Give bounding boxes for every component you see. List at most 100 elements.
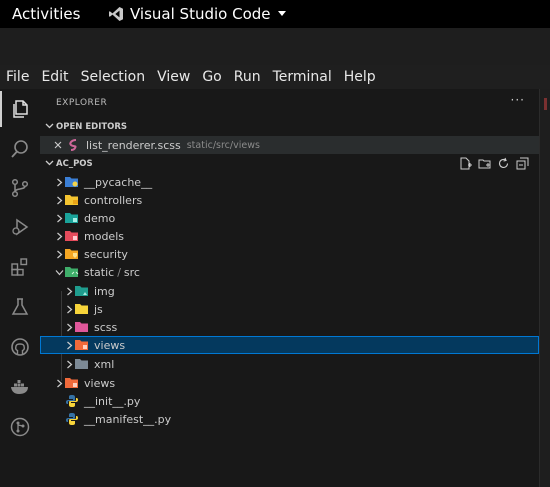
- source-control-icon[interactable]: [0, 170, 40, 206]
- new-folder-icon[interactable]: [478, 157, 491, 170]
- tree-item-label: controllers: [84, 193, 143, 207]
- menu-bar: File Edit Selection View Go Run Terminal…: [0, 65, 550, 89]
- menu-help[interactable]: Help: [338, 69, 382, 85]
- testing-icon[interactable]: [0, 289, 40, 325]
- workspace-label: AC_POS: [56, 159, 93, 169]
- chevron-down-icon: [42, 121, 56, 133]
- tree-item-img[interactable]: img: [40, 282, 539, 300]
- menu-selection[interactable]: Selection: [75, 69, 152, 85]
- folder-models-icon: [64, 228, 80, 244]
- vscode-logo-icon: [109, 7, 123, 21]
- folder-js-icon: [74, 301, 90, 317]
- chevron-right-icon: [54, 379, 64, 388]
- extensions-icon[interactable]: [0, 249, 40, 285]
- open-editor-path: static/src/views: [186, 139, 260, 151]
- tree-item-models[interactable]: models: [40, 227, 539, 245]
- chevron-right-icon: [54, 178, 64, 187]
- chevron-right-icon: [54, 196, 64, 205]
- close-icon[interactable]: [40, 141, 62, 149]
- chevron-down-icon: [277, 11, 286, 16]
- tree-item-label: scss: [94, 320, 118, 334]
- tree-item-xml[interactable]: xml: [40, 355, 539, 373]
- editor-area-edge: [539, 89, 550, 487]
- tree-item-manifest-py[interactable]: __manifest__.py: [40, 410, 539, 428]
- chevron-right-icon: [64, 341, 74, 350]
- folder-controllers-icon: [64, 192, 80, 208]
- tree-item-label: static: [84, 265, 115, 279]
- chevron-right-icon: [54, 250, 64, 259]
- folder-demo-icon: [64, 210, 80, 226]
- files-icon[interactable]: [0, 91, 40, 127]
- tree-item-controllers[interactable]: controllers: [40, 191, 539, 209]
- tree-item-security[interactable]: security: [40, 245, 539, 263]
- menu-edit[interactable]: Edit: [35, 69, 74, 85]
- menu-run[interactable]: Run: [228, 69, 267, 85]
- git-graph-icon[interactable]: [0, 409, 40, 445]
- tree-item-label: demo: [84, 211, 116, 225]
- tree-item-label: xml: [94, 357, 115, 371]
- refresh-icon[interactable]: [497, 157, 510, 170]
- chevron-right-icon: [64, 305, 74, 314]
- tree-item-label: js: [94, 302, 103, 316]
- tree-item-static-src[interactable]: static / src: [40, 263, 539, 281]
- tree-item-label: security: [84, 247, 128, 261]
- activity-bar: [0, 89, 41, 487]
- folder-security-icon: [64, 246, 80, 262]
- menu-terminal[interactable]: Terminal: [267, 69, 338, 85]
- tree-item-init-py[interactable]: __init__.py: [40, 392, 539, 410]
- explorer-toolbar: [459, 157, 529, 170]
- run-debug-icon[interactable]: [0, 209, 40, 245]
- menu-view[interactable]: View: [151, 69, 196, 85]
- tree-item-label: models: [84, 229, 124, 243]
- menu-file[interactable]: File: [0, 69, 35, 85]
- tree-item-views[interactable]: views: [40, 374, 539, 392]
- folder-xml-icon: [74, 356, 90, 372]
- tree-item-label: views: [94, 338, 126, 352]
- tree-item-views-selected[interactable]: views: [40, 336, 539, 354]
- chevron-right-icon: [64, 323, 74, 332]
- folder-scss-icon: [74, 319, 90, 335]
- open-editor-item[interactable]: list_renderer.scss static/src/views: [40, 136, 539, 154]
- tree-item-demo[interactable]: demo: [40, 209, 539, 227]
- system-top-bar: Activities Visual Studio Code: [0, 0, 550, 28]
- tree-item-label: __init__.py: [84, 394, 141, 408]
- python-file-icon: [64, 393, 80, 409]
- app-name: Visual Studio Code: [130, 5, 271, 23]
- explorer-sidebar: EXPLORER ··· OPEN EDITORS list_renderer.…: [40, 89, 539, 487]
- tree-item-sublabel: src: [123, 265, 140, 279]
- tree-item-js[interactable]: js: [40, 300, 539, 318]
- menu-go[interactable]: Go: [196, 69, 227, 85]
- folder-views-icon: [64, 375, 80, 391]
- folder-views-icon: [74, 337, 90, 353]
- tree-item-label: img: [94, 284, 115, 298]
- folder-pycache-icon: [64, 174, 80, 190]
- sass-file-icon: [66, 137, 82, 153]
- tree-item-scss[interactable]: scss: [40, 318, 539, 336]
- collapse-all-icon[interactable]: [516, 157, 529, 170]
- search-icon[interactable]: [0, 131, 40, 167]
- tree-item-label: __manifest__.py: [84, 412, 172, 426]
- explorer-title: EXPLORER: [56, 98, 108, 108]
- chevron-down-icon: [54, 269, 64, 276]
- chevron-down-icon: [42, 158, 56, 170]
- tree-item-label: __pycache__: [84, 175, 153, 189]
- editor-tab-marker: [544, 98, 547, 110]
- chevron-right-icon: [64, 360, 74, 369]
- chevron-right-icon: [54, 232, 64, 241]
- open-editors-label: OPEN EDITORS: [56, 122, 128, 132]
- folder-img-icon: [74, 283, 90, 299]
- folder-static-icon: [64, 264, 80, 280]
- tree-item-pycache[interactable]: __pycache__: [40, 173, 539, 191]
- chevron-right-icon: [54, 214, 64, 223]
- open-editor-filename: list_renderer.scss: [86, 138, 181, 152]
- open-editors-header[interactable]: OPEN EDITORS: [40, 118, 539, 136]
- activities-button[interactable]: Activities: [12, 5, 80, 23]
- github-icon[interactable]: [0, 329, 40, 365]
- docker-icon[interactable]: [0, 369, 40, 405]
- window-title-bar: [0, 28, 550, 66]
- new-file-icon[interactable]: [459, 157, 472, 170]
- app-menu-button[interactable]: Visual Studio Code: [108, 5, 287, 23]
- tree-item-label: views: [84, 376, 116, 390]
- chevron-right-icon: [64, 287, 74, 296]
- more-actions-icon[interactable]: ···: [511, 93, 525, 107]
